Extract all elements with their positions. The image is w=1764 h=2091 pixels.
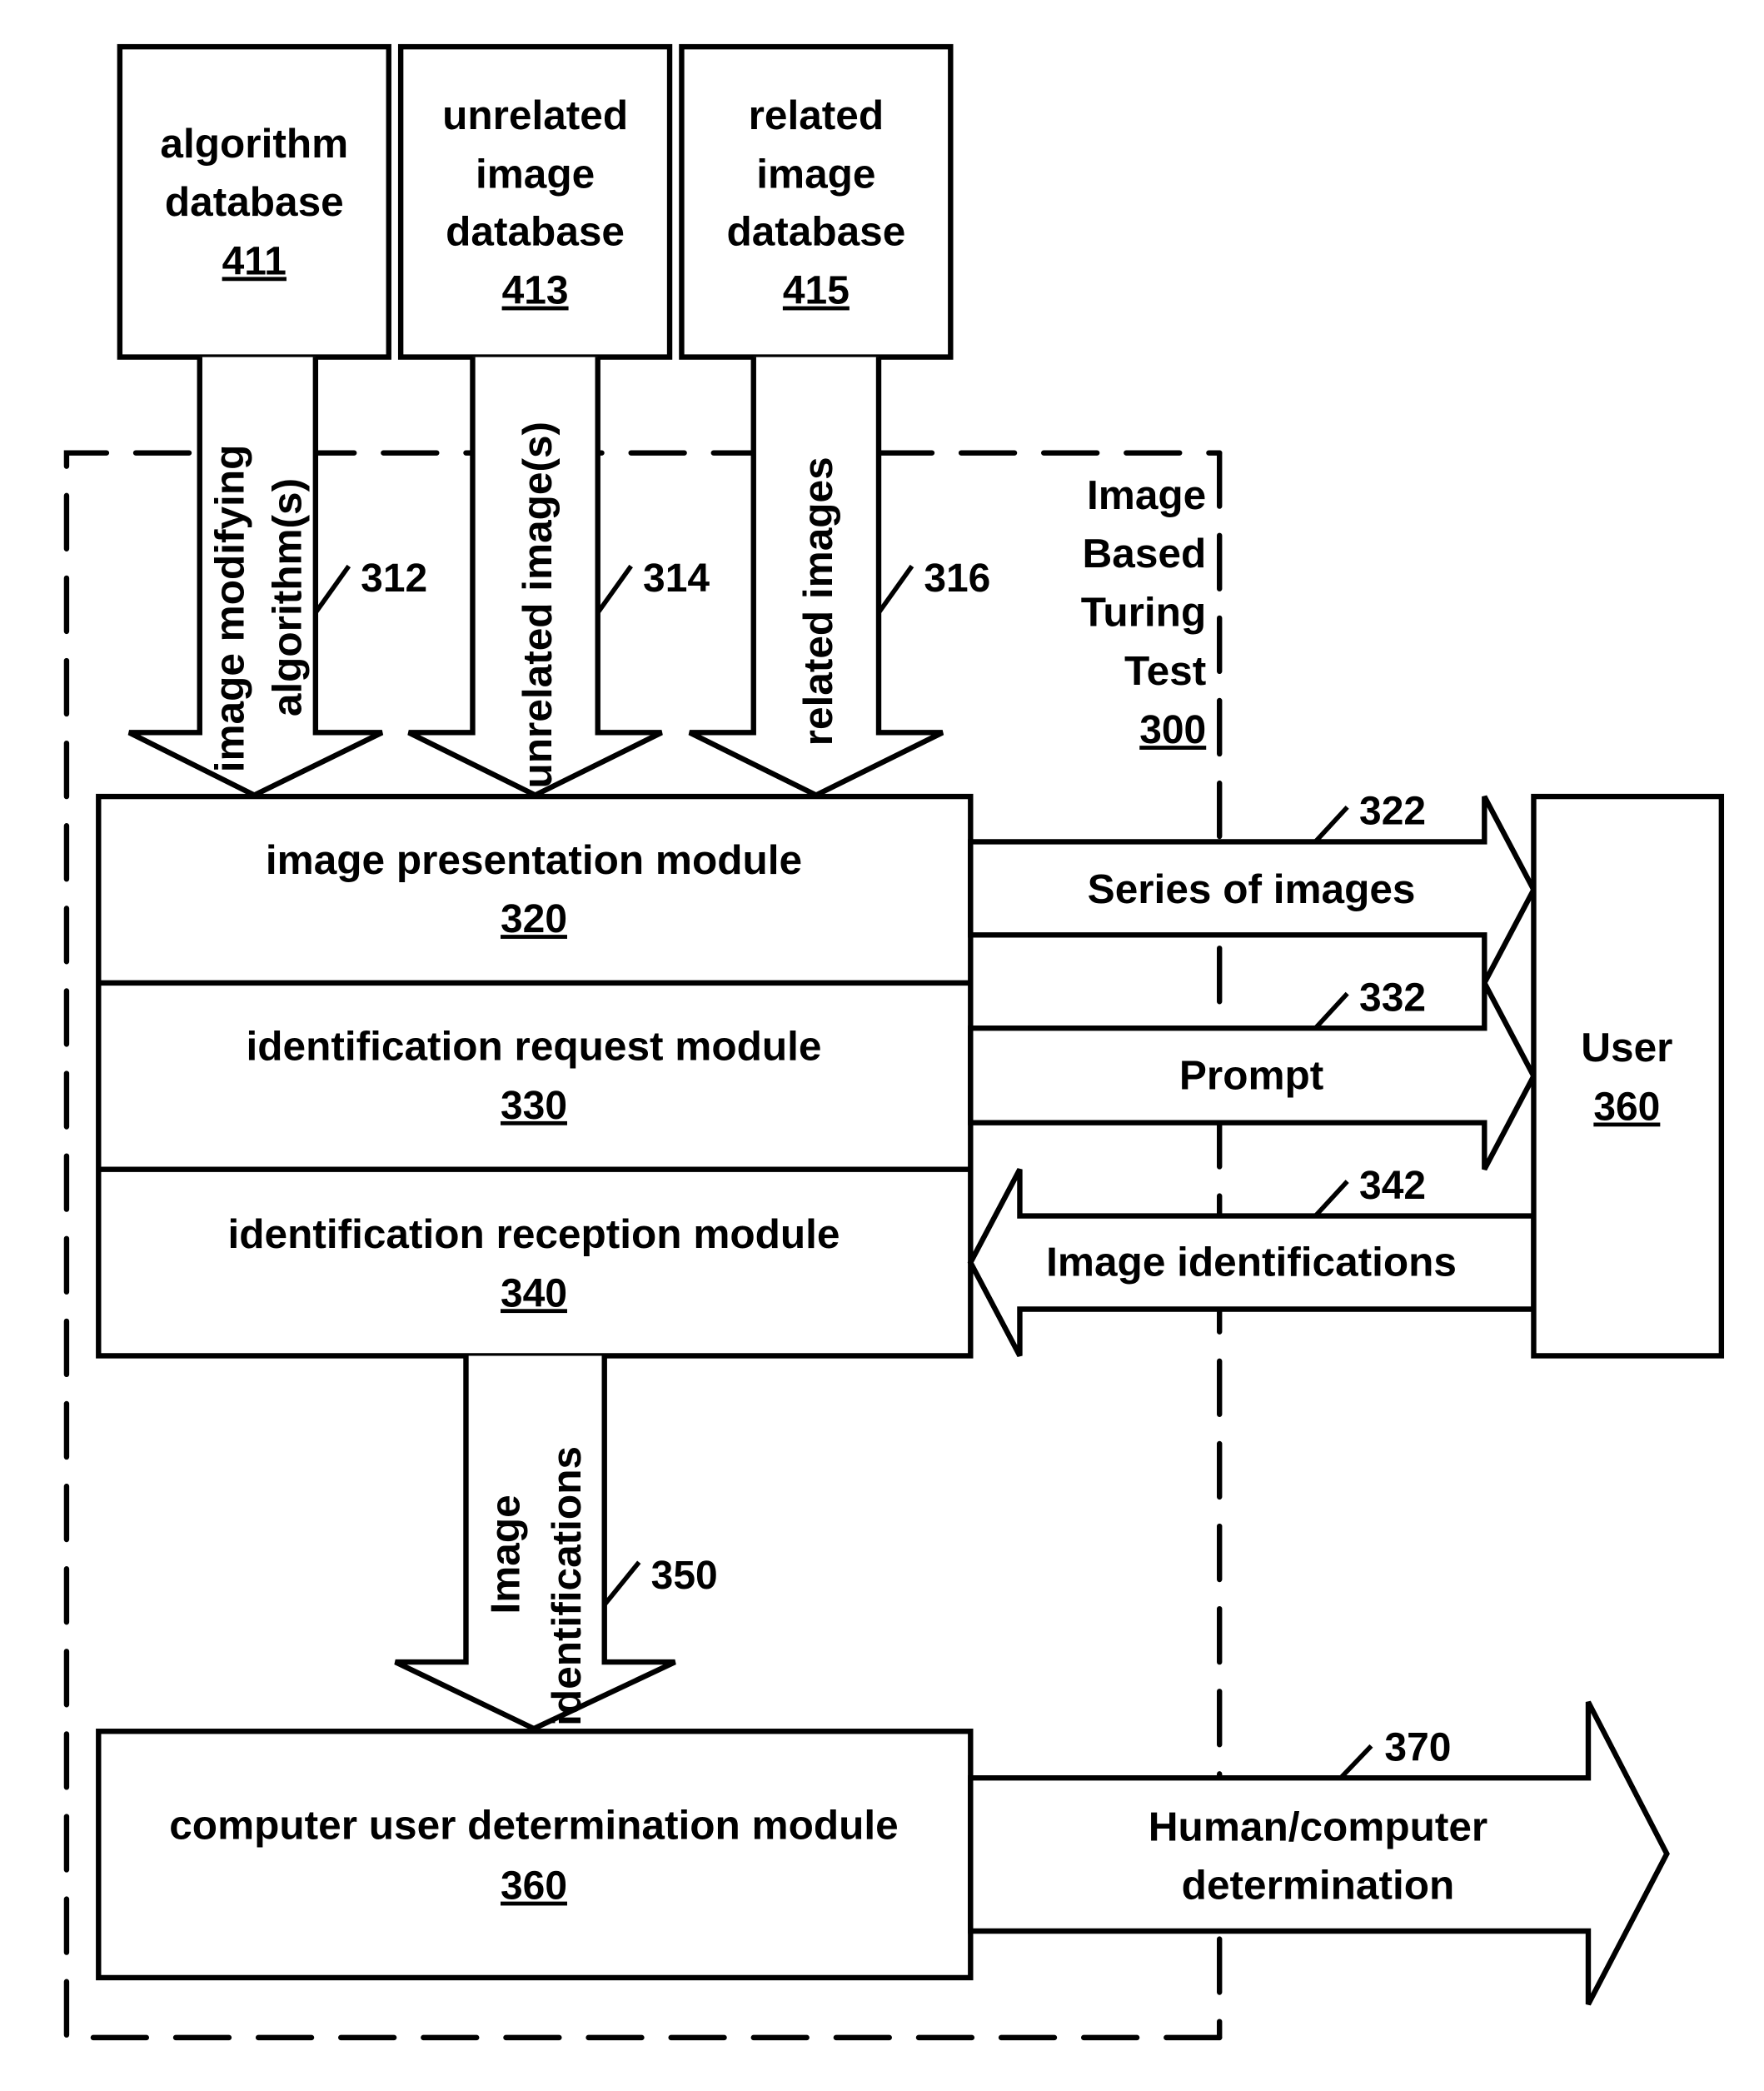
related-image-database: related image database 415 <box>679 43 954 360</box>
arrow-ref: 314 <box>643 556 710 601</box>
module-ref: 360 <box>501 1864 567 1909</box>
arrow-ref: 332 <box>1359 976 1426 1020</box>
module-label: identification request module <box>247 1023 822 1070</box>
user-box: User 360 <box>1531 793 1725 1359</box>
arrow-314-unrelated-images: unrelated image(s) 314 <box>407 357 710 799</box>
system-label-line: Test <box>1124 647 1206 694</box>
system-label-line: Turing <box>1081 588 1206 635</box>
arrow-label-line: Image <box>481 1495 528 1614</box>
arrow-370-human-computer-determination: Human/computer determination 370 <box>968 1700 1670 2006</box>
db-ref: 413 <box>502 269 569 313</box>
arrow-ref: 312 <box>361 556 427 601</box>
db-label-line: unrelated <box>442 92 628 138</box>
arrow-label-line: unrelated image(s) <box>514 422 561 789</box>
arrow-label-line: Human/computer <box>1149 1803 1487 1849</box>
unrelated-image-database: unrelated image database 413 <box>397 43 673 360</box>
module-label: computer user determination module <box>169 1802 898 1849</box>
arrow-ref: 316 <box>924 556 990 601</box>
arrow-316-related-images: related images 316 <box>688 357 990 799</box>
system-label: Image Based Turing Test 300 <box>1081 472 1206 752</box>
arrow-ref: 350 <box>651 1554 718 1598</box>
db-label-line: algorithm <box>160 120 348 167</box>
arrow-label: Prompt <box>1179 1052 1323 1099</box>
arrow-ref: 342 <box>1359 1164 1426 1208</box>
arrow-ref: 322 <box>1359 790 1426 834</box>
arrow-ref: 370 <box>1384 1725 1451 1769</box>
arrow-322-series-of-images: Series of images 322 <box>968 790 1537 985</box>
turing-test-diagram: Image Based Turing Test 300 algorithm da… <box>63 43 1725 2041</box>
computer-user-determination-module: computer user determination module 360 <box>96 1729 974 1981</box>
db-label-line: related <box>749 92 884 138</box>
arrow-label-line: identifications <box>543 1446 590 1726</box>
db-label-line: image <box>476 151 595 197</box>
db-ref: 411 <box>222 239 287 283</box>
module-ref: 320 <box>501 897 567 941</box>
db-label-line: image <box>756 151 875 197</box>
db-label-line: database <box>165 178 344 225</box>
system-ref: 300 <box>1139 708 1206 752</box>
user-label: User <box>1581 1024 1672 1070</box>
db-label-line: database <box>726 207 905 254</box>
module-label: identification reception module <box>227 1210 840 1257</box>
module-ref: 330 <box>501 1084 567 1128</box>
arrow-350-image-identifications: Image identifications 350 <box>394 1355 718 1732</box>
arrow-label-line: related images <box>795 457 841 746</box>
arrow-label-line: algorithm(s) <box>263 478 310 716</box>
db-label-line: database <box>446 207 625 254</box>
user-ref: 360 <box>1593 1085 1660 1130</box>
arrow-label: Image identifications <box>1046 1239 1457 1285</box>
arrow-label-line: image modifying <box>207 445 253 773</box>
arrow-312-algorithms: image modifying algorithm(s) 312 <box>127 357 427 799</box>
algorithm-database: algorithm database 411 <box>117 43 391 360</box>
arrow-label: Series of images <box>1088 866 1416 912</box>
arrow-332-prompt: Prompt 332 <box>968 976 1537 1171</box>
db-ref: 415 <box>783 269 850 313</box>
arrow-342-image-identifications: Image identifications 342 <box>967 1164 1537 1357</box>
system-label-line: Based <box>1083 530 1207 576</box>
system-label-line: Image <box>1087 472 1206 518</box>
arrow-label-line: determination <box>1182 1862 1455 1909</box>
module-label: image presentation module <box>266 836 802 883</box>
module-ref: 340 <box>501 1271 567 1315</box>
